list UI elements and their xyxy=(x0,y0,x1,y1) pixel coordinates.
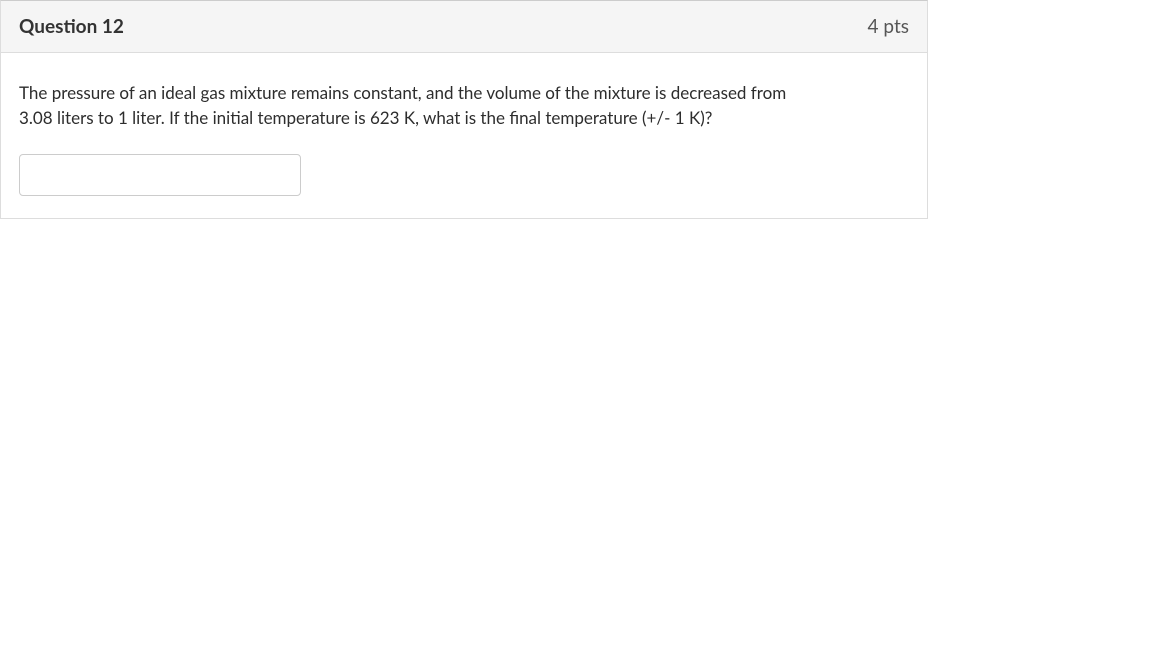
answer-input[interactable] xyxy=(19,154,301,196)
question-card: Question 12 4 pts The pressure of an ide… xyxy=(0,0,928,219)
question-title: Question 12 xyxy=(19,15,124,38)
question-points: 4 pts xyxy=(868,15,909,38)
question-text-line: The pressure of an ideal gas mixture rem… xyxy=(19,82,786,103)
question-text: The pressure of an ideal gas mixture rem… xyxy=(19,81,909,130)
question-header: Question 12 4 pts xyxy=(1,1,927,53)
question-body: The pressure of an ideal gas mixture rem… xyxy=(1,53,927,218)
question-text-line: 3.08 liters to 1 liter. If the initial t… xyxy=(19,107,712,128)
